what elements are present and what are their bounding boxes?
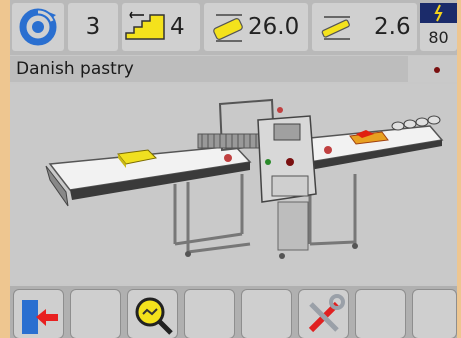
steps-value: 4 [170,14,185,40]
start-thickness-value: 26.0 [248,14,300,40]
main-view [10,84,457,284]
end-thickness-value: 2.6 [374,14,411,40]
tools-icon [308,294,345,333]
steps-icon [125,11,165,40]
softkey-empty-4[interactable] [355,289,406,338]
speed-icon [420,3,457,23]
count-field: 3 [68,3,118,51]
exit-door-icon [22,300,58,334]
count-value: 3 [85,14,101,40]
program-name: Danish pastry [16,59,134,79]
start-thickness-field: 26.0 [204,3,308,51]
end-thickness-field: 2.6 [312,3,417,51]
cycle-icon [19,8,57,46]
thin-dough-icon [321,16,350,40]
speed-value: 80 [428,28,449,47]
search-button[interactable] [127,289,178,338]
status-bar: 3 4 26.0 2.6 80 [10,0,457,55]
screen: 3 4 26.0 2.6 80 Danish pastry [10,0,457,338]
status-indicator [434,67,440,73]
softkey-empty-1[interactable] [70,289,121,338]
exit-button[interactable] [13,289,64,338]
thick-dough-icon [213,14,243,42]
speed-field: 80 [420,3,457,51]
softkey-empty-3[interactable] [241,289,292,338]
indicator-cell [408,56,457,82]
softkey-bar [10,286,457,338]
magnifier-icon [135,297,173,335]
steps-field: 4 [122,3,200,51]
dough-sheeter-illustration [45,98,444,259]
cycle-button[interactable] [12,3,64,51]
device-frame: 3 4 26.0 2.6 80 Danish pastry [0,0,461,338]
softkey-empty-5[interactable] [412,289,457,338]
softkey-empty-2[interactable] [184,289,235,338]
tools-button[interactable] [298,289,349,338]
program-name-bar: Danish pastry [10,56,457,82]
